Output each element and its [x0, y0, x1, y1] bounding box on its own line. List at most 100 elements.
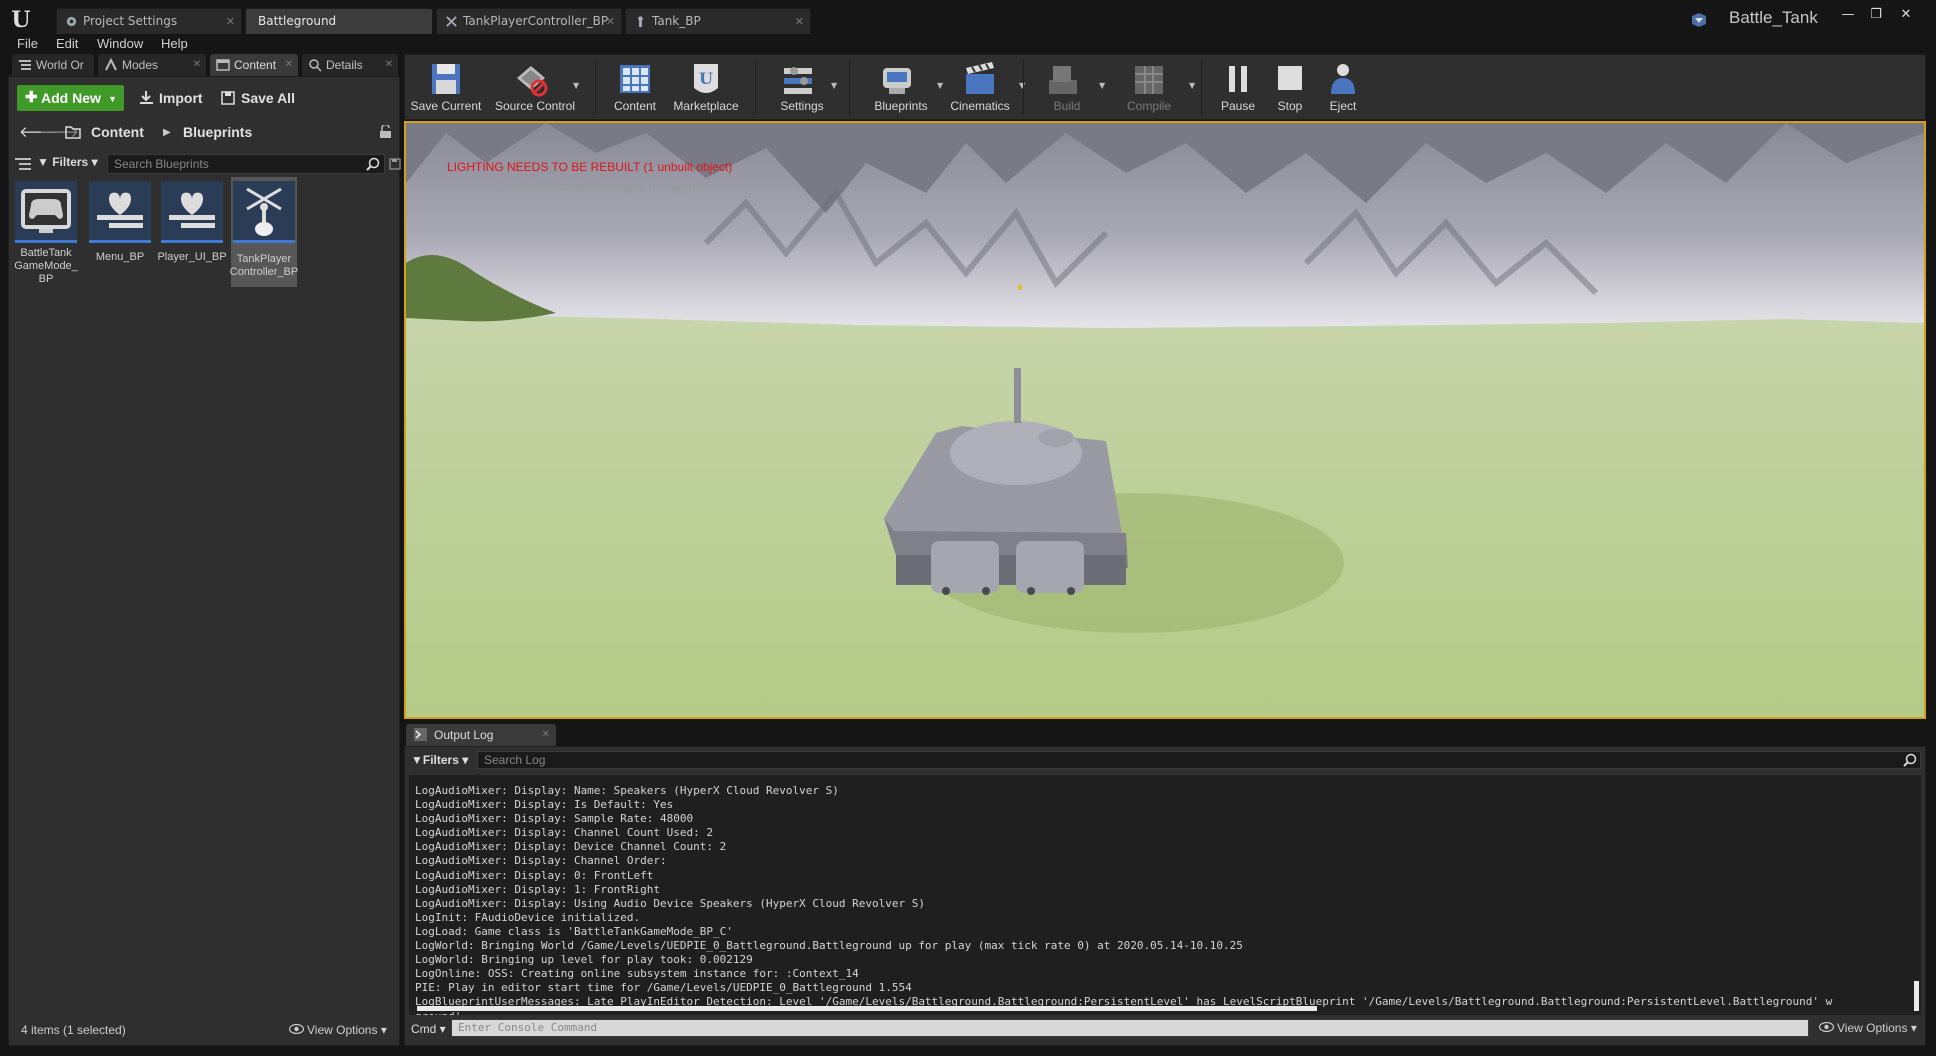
search-icon: [1903, 753, 1917, 767]
search-log-input[interactable]: Search Log: [477, 751, 1921, 769]
content-grid-icon: [620, 65, 650, 93]
tab-label: World Or: [36, 58, 84, 72]
console-command-input[interactable]: Enter Console Command: [451, 1019, 1809, 1037]
save-icon: [221, 91, 235, 105]
tab-tankplayercontroller-bp[interactable]: TankPlayerController_BP ✕: [436, 8, 622, 34]
forward-arrow-icon[interactable]: 🡒: [39, 123, 79, 141]
filters-dropdown[interactable]: ▼ Filters ▾: [37, 155, 98, 169]
tab-label: Output Log: [434, 728, 494, 742]
close-icon[interactable]: ✕: [606, 9, 615, 34]
asset-tile[interactable]: BattleTank GameMode_ BP: [13, 181, 79, 291]
cmd-dropdown[interactable]: Cmd ▾: [411, 1022, 446, 1036]
marketplace-button[interactable]: U Marketplace: [669, 55, 743, 119]
settings-icon: [66, 16, 77, 27]
save-all-button[interactable]: Save All: [221, 85, 295, 111]
back-arrow-icon[interactable]: 🡐: [19, 123, 59, 141]
toolbar-label: Build: [1053, 99, 1081, 113]
console-placeholder: Enter Console Command: [458, 1021, 598, 1034]
close-icon[interactable]: ✕: [285, 54, 293, 76]
chevron-down-icon[interactable]: ▼: [573, 81, 579, 90]
tab-label: Modes: [122, 58, 159, 72]
save-all-label: Save All: [241, 90, 295, 106]
tab-project-settings[interactable]: Project Settings ✕: [56, 8, 242, 34]
log-filter-bar: ▼Filters ▾ Search Log: [409, 751, 1921, 771]
eject-button[interactable]: Eject: [1315, 55, 1371, 119]
cmd-label: Cmd: [411, 1022, 437, 1036]
log-view-options-button[interactable]: View Options ▾: [1819, 1021, 1917, 1035]
save-search-icon[interactable]: [389, 158, 401, 170]
minimize-button[interactable]: —: [1834, 6, 1862, 24]
breadcrumb-content[interactable]: Content: [91, 121, 144, 143]
close-window-button[interactable]: ✕: [1892, 6, 1920, 24]
tab-battleground[interactable]: Battleground: [245, 8, 433, 34]
vertical-scrollbar[interactable]: [1914, 981, 1919, 1011]
content-browser: ✚ Add New ▼ Import Save All 🡐 🡒 Content …: [8, 76, 401, 1046]
eye-icon: [289, 1024, 304, 1034]
level-viewport[interactable]: LIGHTING NEEDS TO BE REBUILT (1 unbuilt …: [404, 121, 1926, 719]
chevron-down-icon[interactable]: ▼: [1189, 81, 1195, 90]
compile-button[interactable]: Compile ▼: [1105, 55, 1195, 119]
close-icon[interactable]: ✕: [795, 9, 804, 34]
asset-label: BattleTank GameMode_ BP: [14, 247, 78, 285]
plus-icon: ✚: [25, 89, 38, 106]
search-blueprints-input[interactable]: Search Blueprints: [107, 154, 385, 174]
project-icon: [1692, 13, 1706, 27]
tab-modes[interactable]: Modes ✕: [98, 54, 206, 76]
menu-file[interactable]: File: [17, 36, 38, 51]
tab-content[interactable]: Content ✕: [210, 54, 298, 76]
asset-tile[interactable]: Player_UI_BP: [157, 181, 227, 291]
content-browser-icon: [216, 59, 230, 71]
cinematics-button[interactable]: Cinematics ▼: [935, 55, 1025, 119]
log-line: LogAudioMixer: Display: 0: FrontLeft: [415, 868, 654, 882]
close-icon[interactable]: ✕: [385, 54, 393, 76]
close-icon[interactable]: ✕: [226, 9, 235, 34]
tab-details[interactable]: Details ✕: [302, 54, 398, 76]
eye-icon: [1819, 1022, 1834, 1032]
search-placeholder: Search Log: [484, 753, 546, 767]
pause-button[interactable]: Pause: [1211, 55, 1265, 119]
view-options-button[interactable]: View Options ▾: [289, 1023, 387, 1037]
add-new-button[interactable]: ✚ Add New ▼: [17, 85, 124, 111]
folder-icon: [65, 126, 81, 139]
breadcrumb-blueprints[interactable]: Blueprints: [183, 121, 252, 143]
close-icon[interactable]: ✕: [542, 724, 550, 746]
asset-tile[interactable]: Menu_BP: [87, 181, 153, 291]
restore-button[interactable]: ❐: [1862, 6, 1890, 24]
svg-text:U: U: [699, 69, 713, 88]
search-icon: [366, 157, 380, 171]
horizontal-scrollbar[interactable]: [417, 1006, 1317, 1011]
asset-tile-selected[interactable]: TankPlayer Controller_BP: [230, 177, 298, 287]
log-filters-dropdown[interactable]: ▼Filters ▾: [411, 753, 468, 767]
toolbar-divider: [595, 59, 596, 115]
chevron-down-icon[interactable]: ▼: [831, 81, 837, 90]
content-button[interactable]: Content: [603, 55, 667, 119]
build-icon: [1049, 66, 1077, 94]
close-icon[interactable]: ✕: [193, 54, 201, 76]
controller-icon: [233, 181, 295, 243]
tab-tank-bp[interactable]: Tank_BP ✕: [625, 8, 811, 34]
marketplace-icon: U: [694, 64, 718, 93]
stop-button[interactable]: Stop: [1265, 55, 1315, 119]
blueprint-icon: [883, 68, 911, 94]
menu-edit[interactable]: Edit: [56, 36, 78, 51]
items-count: 4 items (1 selected): [21, 1023, 126, 1037]
toolbar-label: Pause: [1220, 99, 1256, 113]
tab-world-outliner[interactable]: World Or: [12, 54, 94, 76]
sources-toggle-icon[interactable]: [15, 157, 31, 171]
import-button[interactable]: Import: [139, 85, 203, 111]
tab-output-log[interactable]: Output Log ✕: [406, 724, 556, 746]
source-control-button[interactable]: Source Control ▼: [489, 55, 581, 119]
asset-label: Player_UI_BP: [157, 251, 227, 263]
build-button[interactable]: Build ▼: [1031, 55, 1105, 119]
toolbar-label: Compile: [1126, 99, 1171, 113]
lock-icon[interactable]: [379, 125, 392, 139]
save-current-button[interactable]: Save Current: [407, 55, 485, 119]
menu-window[interactable]: Window: [97, 36, 143, 51]
settings-button[interactable]: Settings ▼: [763, 55, 841, 119]
menu-help[interactable]: Help: [161, 36, 188, 51]
asset-filter-bar: ▼ Filters ▾ Search Blueprints: [13, 153, 401, 175]
log-text-area[interactable]: LogAudioMixer: Display: Name: Speakers (…: [409, 775, 1921, 1015]
compile-icon: [1135, 66, 1163, 94]
blueprints-button[interactable]: Blueprints ▼: [857, 55, 945, 119]
toolbar-divider: [1023, 59, 1024, 115]
